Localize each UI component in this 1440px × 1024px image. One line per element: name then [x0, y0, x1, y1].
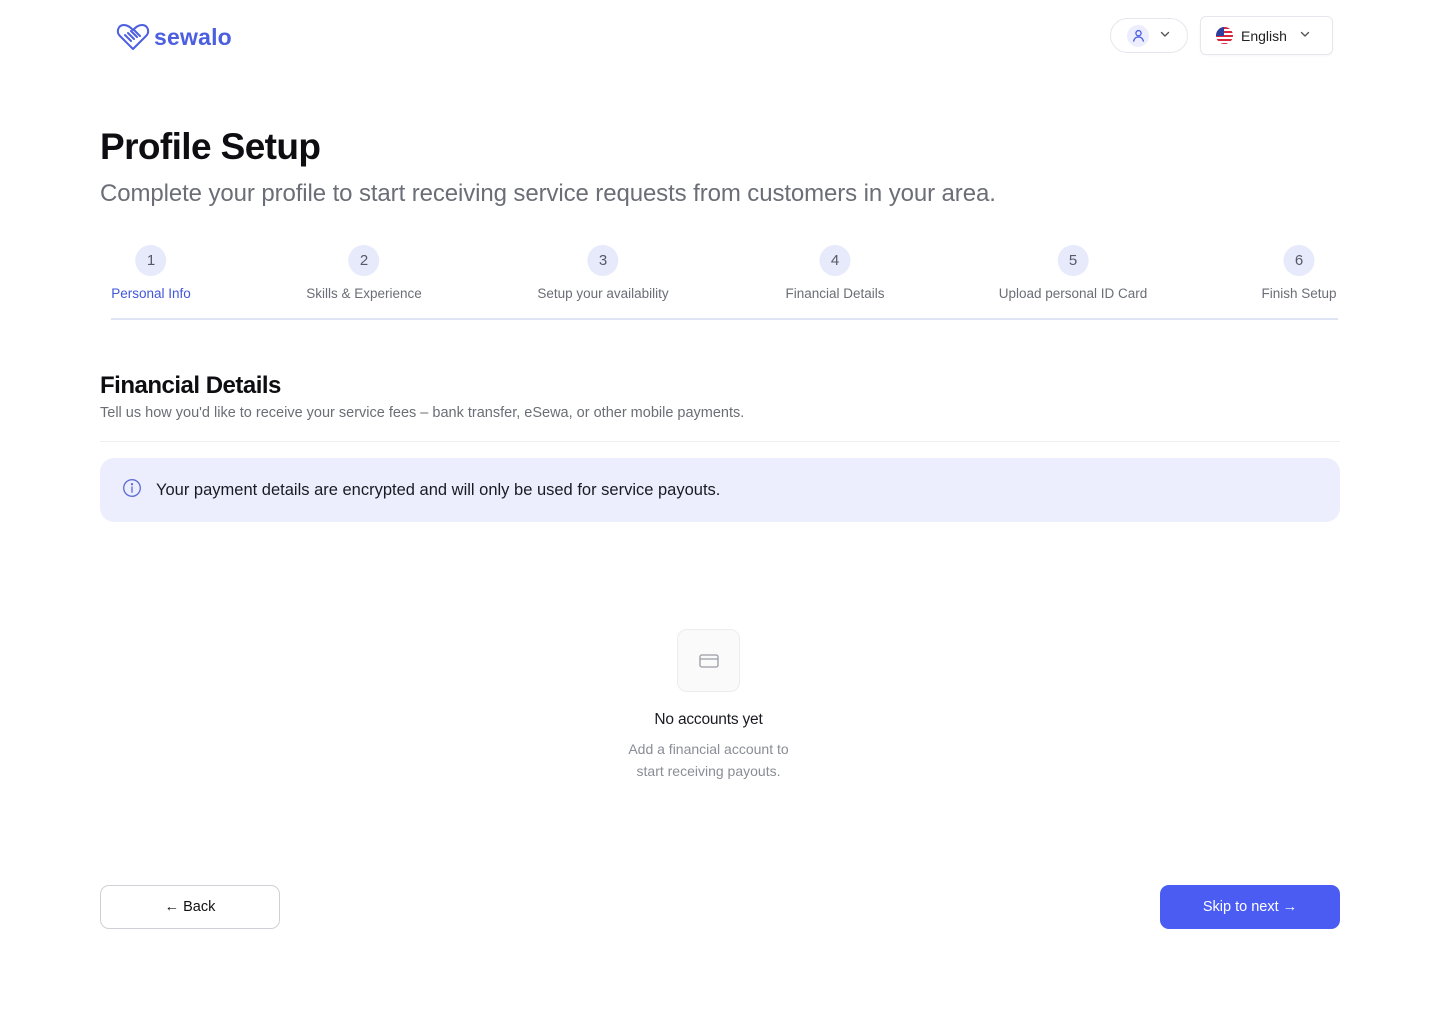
- page-title: Profile Setup: [100, 126, 321, 167]
- notice-text: Your payment details are encrypted and w…: [156, 480, 721, 499]
- brand-name: sewalo: [154, 23, 232, 50]
- user-menu-button[interactable]: [1110, 18, 1188, 53]
- step-number: 1: [135, 245, 167, 276]
- sewalo-logo[interactable]: sewalo: [116, 22, 232, 52]
- chevron-down-icon: [1299, 27, 1311, 45]
- back-button[interactable]: ← Back: [100, 885, 280, 929]
- step-number: 6: [1283, 245, 1315, 276]
- empty-state-description: Add a financial account to start receivi…: [628, 741, 789, 779]
- info-icon: [122, 478, 142, 503]
- setup-stepper: 1 Personal Info 2 Skills & Experience 3 …: [0, 245, 1440, 325]
- user-icon: [1127, 24, 1149, 47]
- step-label: Skills & Experience: [306, 286, 422, 301]
- handshake-heart-icon: [116, 24, 150, 50]
- step-skills-experience[interactable]: 2 Skills & Experience: [306, 245, 422, 301]
- step-label: Finish Setup: [1261, 286, 1337, 301]
- language-label: English: [1241, 27, 1287, 44]
- empty-state: No accounts yet Add a financial account …: [0, 629, 1417, 782]
- us-flag-icon: [1216, 27, 1233, 44]
- security-notice: Your payment details are encrypted and w…: [100, 458, 1340, 522]
- credit-card-icon: [677, 629, 740, 692]
- chevron-down-icon: [1159, 27, 1171, 45]
- section-title: Financial Details: [100, 372, 281, 399]
- step-number: 4: [819, 245, 851, 276]
- stepper-progress-line: [111, 318, 1338, 320]
- skip-to-next-button[interactable]: Skip to next →: [1160, 885, 1340, 929]
- step-number: 2: [348, 245, 380, 276]
- step-number: 5: [1057, 245, 1089, 276]
- empty-state-title: No accounts yet: [654, 711, 763, 728]
- step-label: Setup your availability: [537, 286, 669, 301]
- language-selector[interactable]: English: [1200, 16, 1333, 55]
- step-finish-setup[interactable]: 6 Finish Setup: [1261, 245, 1337, 301]
- section-divider: [100, 441, 1340, 442]
- step-label: Financial Details: [785, 286, 885, 301]
- section-description: Tell us how you'd like to receive your s…: [100, 405, 745, 421]
- step-financial-details[interactable]: 4 Financial Details: [785, 245, 885, 301]
- step-number: 3: [587, 245, 619, 276]
- step-label: Upload personal ID Card: [998, 286, 1148, 301]
- step-availability[interactable]: 3 Setup your availability: [537, 245, 669, 301]
- step-upload-id[interactable]: 5 Upload personal ID Card: [998, 245, 1148, 301]
- step-label: Personal Info: [111, 286, 191, 301]
- app-header: sewalo English: [0, 0, 1440, 76]
- page-subtitle: Complete your profile to start receiving…: [100, 180, 996, 207]
- step-personal-info[interactable]: 1 Personal Info: [111, 245, 191, 301]
